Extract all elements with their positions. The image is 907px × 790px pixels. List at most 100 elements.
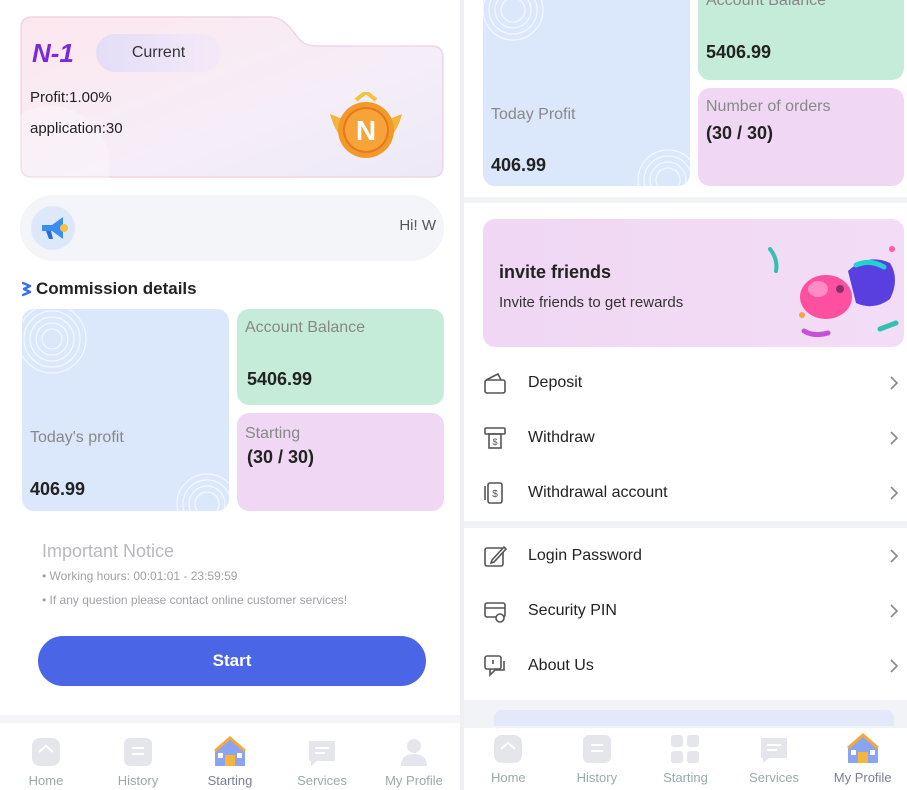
menu-label: Withdraw [528, 429, 595, 446]
chevron-right-icon [890, 604, 899, 618]
menu-login-password[interactable]: Login Password [464, 529, 907, 583]
bottom-tab-bar: Home History Starting Services My Profil… [464, 728, 907, 790]
home-icon [32, 738, 60, 766]
section-title: Commission details [36, 279, 197, 298]
today-profit-label: Today Profit [491, 106, 576, 123]
account-balance-value: 5406.99 [706, 42, 772, 62]
invite-title: invite friends [499, 262, 612, 282]
tab-starting[interactable]: Starting [184, 735, 276, 790]
invite-friends-banner[interactable]: invite friends Invite friends to get rew… [483, 219, 904, 347]
tab-services[interactable]: Services [730, 732, 819, 790]
level-profit: Profit:1.00% [30, 89, 112, 106]
todays-profit-label: Today's profit [30, 429, 124, 446]
logout-button-edge[interactable] [494, 710, 894, 726]
svg-text:$: $ [492, 489, 498, 500]
announcement-bar[interactable]: Hi! W [20, 195, 444, 261]
start-button[interactable]: Start [38, 636, 426, 686]
starting-house-icon [214, 736, 246, 766]
tab-label: Services [297, 773, 347, 788]
services-icon [761, 738, 788, 763]
tab-history[interactable]: History [92, 735, 184, 790]
orders-tile: Number of orders (30 / 30) [698, 88, 904, 186]
chevron-right-icon [890, 659, 899, 673]
home-icon [494, 735, 523, 763]
menu-label: Security PIN [528, 602, 617, 619]
level-application: application:30 [30, 120, 123, 137]
medal-letter: N [356, 115, 376, 146]
tab-home[interactable]: Home [464, 732, 553, 790]
tab-label: My Profile [385, 773, 443, 788]
announcement-text: Hi! W [399, 217, 436, 234]
tab-starting[interactable]: Starting [641, 732, 730, 790]
account-balance-tile: Account Balance 5406.99 [237, 309, 444, 405]
menu-label: Login Password [528, 547, 642, 564]
orders-label: Number of orders [706, 98, 831, 115]
menu-label: Withdrawal account [528, 484, 668, 501]
megaphone-icon [31, 206, 75, 250]
todays-profit-value: 406.99 [30, 479, 86, 499]
decor-rings [483, 0, 544, 41]
svg-text:$: $ [492, 437, 497, 447]
right-panel: Today Profit 406.99 Account Balance 5406… [464, 0, 907, 790]
handshake-illustration-icon [768, 246, 899, 338]
level-medal-icon: N [330, 92, 402, 158]
tab-home[interactable]: Home [0, 735, 92, 790]
tab-my-profile[interactable]: My Profile [368, 735, 460, 790]
level-name: N-1 [32, 38, 74, 68]
tab-label: Home [28, 773, 64, 788]
wallet-icon [484, 372, 506, 394]
menu-security-pin[interactable]: Security PIN [464, 584, 907, 638]
commission-details-heading: Commission details [22, 279, 197, 299]
decor-rings [22, 309, 87, 374]
tab-label: My Profile [833, 770, 892, 785]
chevron-right-icon [890, 486, 899, 500]
chevron-right-icon [890, 431, 899, 445]
tab-label: Starting [207, 773, 253, 788]
bottom-tab-bar: Home History Starting Services My Profil… [0, 735, 460, 790]
level-card: N-1 Current Profit:1.00% application:30 … [20, 16, 444, 178]
notice-line: • If any question please contact online … [42, 593, 348, 607]
todays-profit-tile: Today's profit 406.99 [22, 309, 229, 511]
tab-my-profile[interactable]: My Profile [818, 732, 907, 790]
section-separator [464, 521, 907, 528]
current-level-badge: Current [96, 34, 221, 72]
edit-password-icon [484, 545, 508, 567]
account-balance-label: Account Balance [706, 0, 827, 9]
today-profit-value: 406.99 [491, 155, 547, 175]
tab-history[interactable]: History [553, 732, 642, 790]
section-marker-icon [22, 281, 32, 297]
chevron-right-icon [890, 549, 899, 563]
tab-services[interactable]: Services [276, 735, 368, 790]
starting-tile: Starting (30 / 30) [237, 413, 444, 511]
account-balance-label: Account Balance [245, 319, 366, 336]
starting-label: Starting [245, 425, 301, 442]
starting-value: (30 / 30) [247, 447, 315, 467]
important-notice-title: Important Notice [42, 541, 175, 561]
services-icon [309, 741, 335, 766]
tab-label: History [576, 770, 618, 785]
today-profit-tile: Today Profit 406.99 [483, 0, 690, 186]
tab-label: Services [749, 770, 799, 785]
history-icon [582, 735, 611, 763]
tabbar-separator [0, 715, 460, 723]
history-icon [124, 738, 152, 766]
profile-house-icon [846, 733, 879, 763]
profile-icon [401, 739, 427, 766]
menu-label: About Us [528, 657, 594, 674]
menu-withdraw[interactable]: $ Withdraw [464, 411, 907, 465]
decor-rings [637, 149, 690, 186]
menu-withdrawal-account[interactable]: $ Withdrawal account [464, 466, 907, 520]
tab-label: Starting [663, 770, 708, 785]
menu-deposit[interactable]: Deposit [464, 356, 907, 410]
about-chat-icon [484, 655, 505, 677]
orders-value: (30 / 30) [706, 123, 774, 143]
menu-label: Deposit [528, 374, 583, 391]
chevron-right-icon [890, 376, 899, 390]
screen: N-1 Current Profit:1.00% application:30 … [0, 0, 907, 790]
tab-label: Home [490, 770, 526, 785]
menu-about-us[interactable]: About Us [464, 639, 907, 693]
left-panel: N-1 Current Profit:1.00% application:30 … [0, 0, 460, 790]
security-card-icon [484, 602, 506, 623]
account-balance-tile: Account Balance 5406.99 [698, 0, 904, 80]
account-balance-value: 5406.99 [247, 369, 313, 389]
